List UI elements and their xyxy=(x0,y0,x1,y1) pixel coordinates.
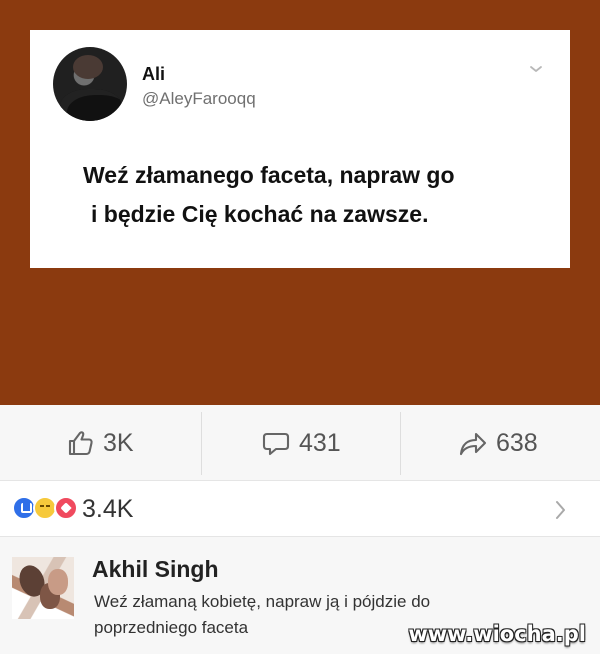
tweet-text-line-2: i będzie Cię kochać na zawsze. xyxy=(91,201,429,227)
tweet-text: Weź złamanego faceta, napraw go i będzie… xyxy=(83,156,553,234)
comment-avatar[interactable] xyxy=(12,557,74,619)
comment-item: Akhil Singh Weź złamaną kobietę, napraw … xyxy=(0,537,600,654)
comment-author-name[interactable]: Akhil Singh xyxy=(92,555,219,583)
stat-divider xyxy=(400,412,401,475)
reaction-summary[interactable]: 3.4K xyxy=(0,480,600,537)
share-count-button[interactable]: 638 xyxy=(459,427,579,459)
tweet-card: Ali @AleyFarooqq Weź złamanego faceta, n… xyxy=(30,30,570,268)
chevron-down-icon[interactable] xyxy=(529,64,543,74)
share-count: 638 xyxy=(496,429,538,457)
screenshot: Ali @AleyFarooqq Weź złamanego faceta, n… xyxy=(0,0,600,654)
share-arrow-icon xyxy=(459,432,487,456)
watermark: www.wiocha.pl xyxy=(408,622,586,646)
thumbs-up-icon xyxy=(68,431,93,456)
like-count-button[interactable]: 3K xyxy=(66,427,176,459)
tweet-avatar[interactable] xyxy=(53,47,127,121)
love-reaction-icon xyxy=(54,496,78,520)
comment-count: 431 xyxy=(299,429,341,457)
shared-image-background: Ali @AleyFarooqq Weź złamanego faceta, n… xyxy=(0,0,600,405)
reaction-icons xyxy=(12,496,82,522)
tweet-author-name[interactable]: Ali xyxy=(142,65,165,83)
comment-count-button[interactable]: 431 xyxy=(262,427,372,459)
comment-icon xyxy=(262,432,290,456)
tweet-author-handle[interactable]: @AleyFarooqq xyxy=(142,90,256,107)
tweet-text-line-1: Weź złamanego faceta, napraw go xyxy=(83,162,455,188)
stat-divider xyxy=(201,412,202,475)
reaction-count: 3.4K xyxy=(82,495,134,523)
post-stats-row: 3K 431 638 xyxy=(0,405,600,480)
chevron-right-icon[interactable] xyxy=(553,499,567,521)
like-count: 3K xyxy=(103,429,134,457)
